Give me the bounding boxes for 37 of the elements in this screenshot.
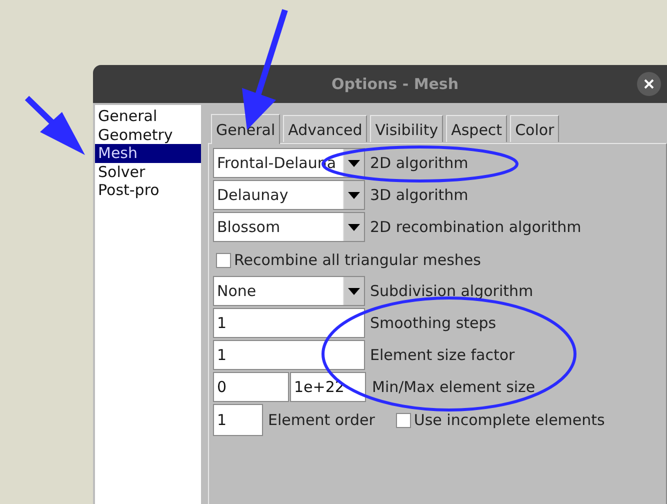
caret-icon — [348, 224, 360, 230]
checkbox-label: Recombine all triangular meshes — [234, 251, 481, 269]
category-item[interactable]: Solver — [95, 162, 201, 181]
input-field[interactable]: 1 — [213, 404, 263, 436]
input-field[interactable]: 1 — [213, 340, 365, 370]
caret-icon — [348, 160, 360, 166]
category-item[interactable]: Post-pro — [95, 181, 201, 200]
arrow-drawing — [24, 96, 85, 155]
field-label: Element order — [268, 411, 375, 429]
checkbox[interactable] — [216, 252, 231, 268]
field-label: Subdivision algorithm — [370, 282, 534, 300]
field-label: Smoothing steps — [370, 314, 496, 332]
tab[interactable]: Visibility — [370, 115, 444, 142]
close-icon — [644, 79, 654, 89]
field-label: Min/Max element size — [372, 378, 536, 396]
window-title: Options - Mesh — [331, 75, 459, 93]
tab[interactable]: Color — [510, 115, 560, 142]
category-item[interactable]: General — [95, 107, 201, 126]
field-label: 3D algorithm — [370, 186, 468, 204]
checkbox-label: Use incomplete elements — [414, 411, 605, 429]
input-field[interactable]: 0 — [213, 372, 289, 402]
category-item[interactable]: Mesh — [95, 144, 201, 162]
dropdown[interactable]: None — [213, 276, 365, 306]
input-field[interactable]: 1 — [213, 308, 365, 338]
checkbox[interactable] — [396, 412, 411, 428]
close-button[interactable] — [637, 72, 661, 96]
dropdown[interactable]: Blossom — [213, 212, 365, 242]
field-label: 2D algorithm — [370, 154, 468, 172]
caret-icon — [348, 192, 360, 198]
tab[interactable]: General — [211, 114, 280, 144]
field-label: 2D recombination algorithm — [370, 218, 582, 236]
dropdown[interactable]: Delaunay — [213, 180, 365, 210]
field-label: Element size factor — [370, 346, 515, 364]
category-item[interactable]: Geometry — [95, 126, 201, 144]
caret-icon — [348, 288, 360, 294]
tab[interactable]: Aspect — [446, 115, 508, 142]
tab[interactable]: Advanced — [283, 115, 368, 142]
